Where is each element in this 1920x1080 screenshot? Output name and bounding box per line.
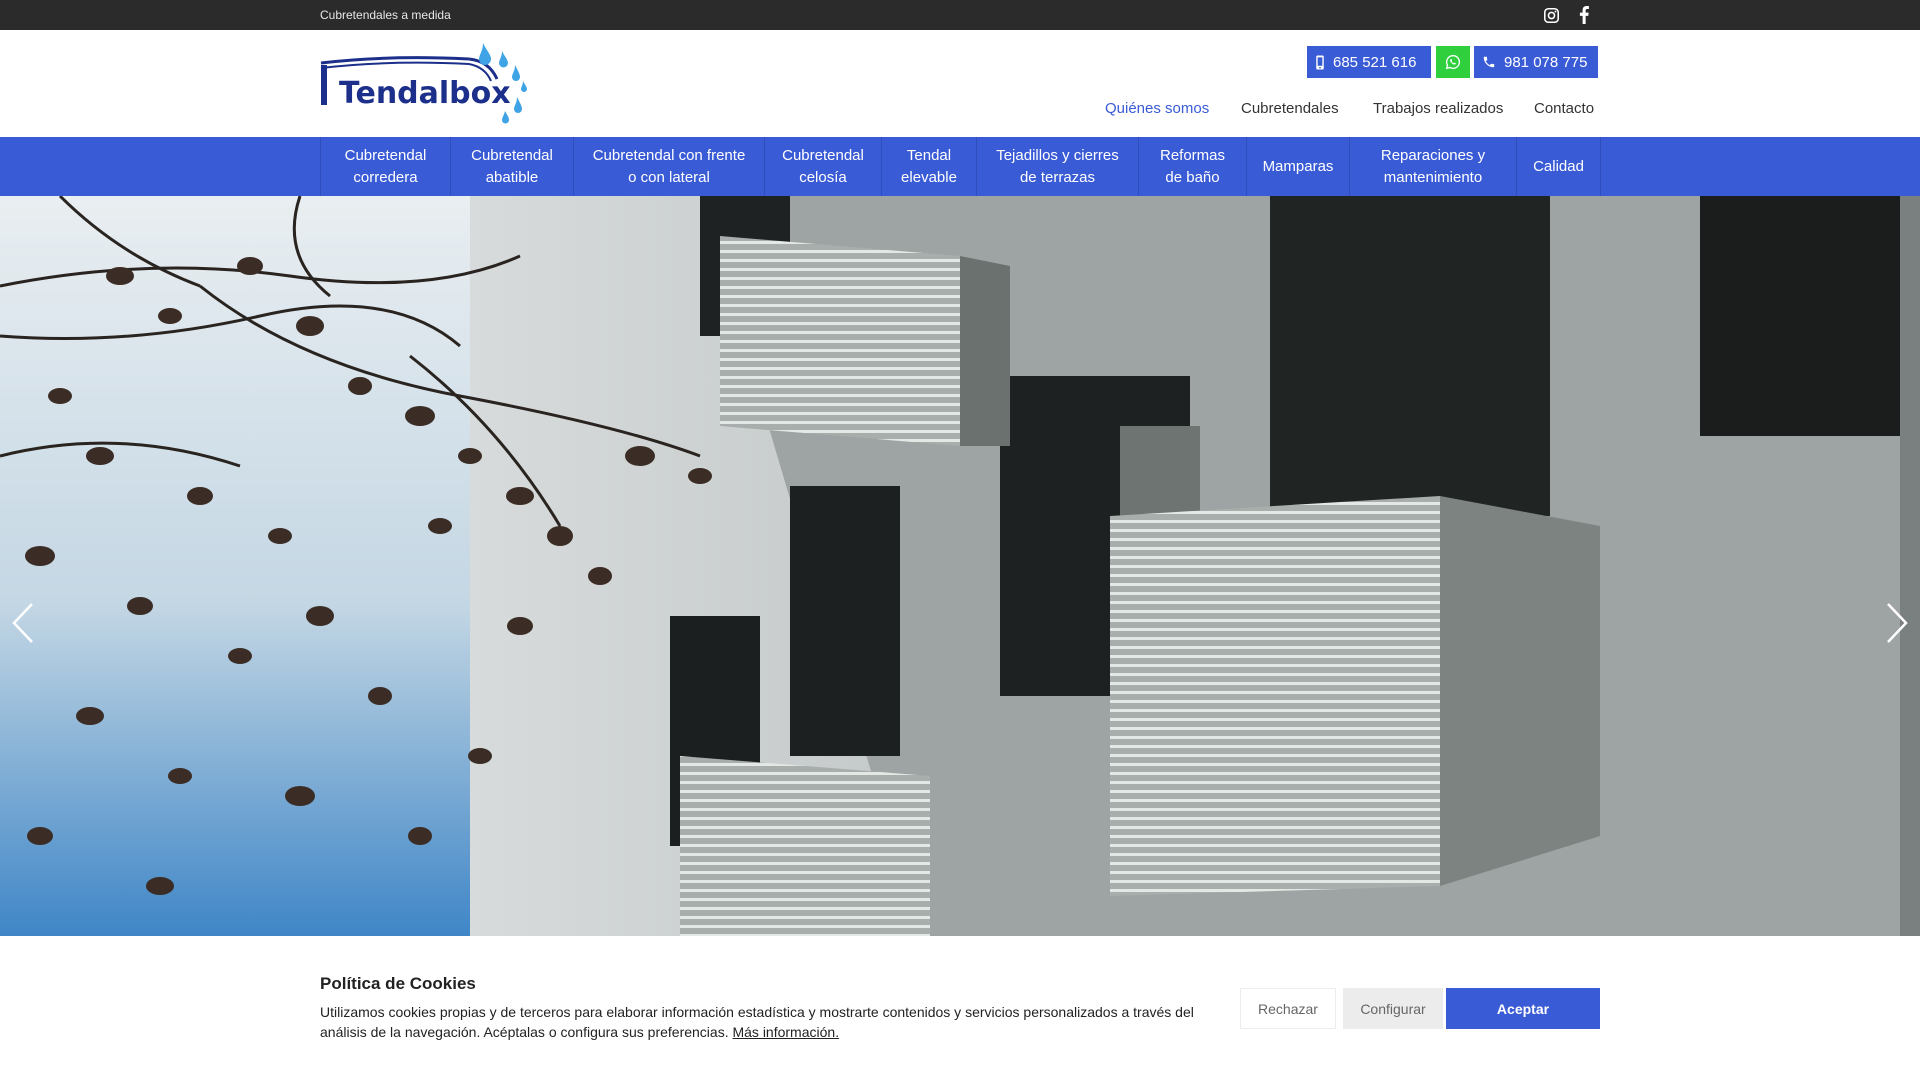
reject-button[interactable]: Rechazar (1240, 988, 1336, 1029)
cookie-banner: Política de Cookies Utilizamos cookies p… (0, 936, 1920, 1080)
header: Tendalbox 685 521 616 981 078 775 Quiéne… (0, 30, 1920, 137)
slider-prev-arrow-icon[interactable] (8, 600, 38, 646)
topnav-cubretendales[interactable]: Cubretendales (1241, 100, 1339, 117)
tendalbox-logo[interactable]: Tendalbox (319, 41, 531, 125)
hero-image-building (0, 196, 1920, 936)
nav-mamparas[interactable]: Mamparas (1247, 137, 1350, 196)
phone-icon (1483, 56, 1495, 68)
tagline: Cubretendales a medida (320, 8, 451, 22)
nav-cubretendal-frente-lateral[interactable]: Cubretendal con frente o con lateral (574, 137, 765, 196)
accept-button[interactable]: Aceptar (1446, 988, 1600, 1029)
mobile-phone-button[interactable]: 685 521 616 (1307, 46, 1431, 78)
mobile-phone-number: 685 521 616 (1333, 53, 1417, 71)
topnav-contacto[interactable]: Contacto (1534, 100, 1594, 117)
nav-cubretendal-abatible[interactable]: Cubretendal abatible (451, 137, 574, 196)
facebook-icon[interactable] (1574, 5, 1594, 25)
nav-reformas-bano[interactable]: Reformas de baño (1139, 137, 1247, 196)
nav-reparaciones-mantenimiento[interactable]: Reparaciones y mantenimiento (1350, 137, 1517, 196)
nav-tendal-elevable[interactable]: Tendal elevable (882, 137, 977, 196)
mobile-phone-icon (1316, 54, 1324, 70)
more-info-link[interactable]: Más información. (732, 1024, 839, 1040)
slider-next-arrow-icon[interactable] (1882, 600, 1912, 646)
nav-calidad[interactable]: Calidad (1517, 137, 1601, 196)
nav-tejadillos-cierres[interactable]: Tejadillos y cierres de terrazas (977, 137, 1139, 196)
cookie-text: Utilizamos cookies propias y de terceros… (320, 1004, 1194, 1040)
whatsapp-button[interactable] (1436, 46, 1470, 78)
landline-phone-button[interactable]: 981 078 775 (1474, 46, 1598, 78)
topnav-trabajos-realizados[interactable]: Trabajos realizados (1373, 100, 1503, 117)
nav-cubretendal-corredera[interactable]: Cubretendal corredera (321, 137, 451, 196)
top-bar: Cubretendales a medida (0, 0, 1920, 30)
main-navigation: Cubretendal corredera Cubretendal abatible… (0, 137, 1920, 196)
topnav-quienes-somos[interactable]: Quiénes somos (1105, 100, 1209, 117)
whatsapp-icon (1445, 54, 1461, 70)
logo-text: Tendalbox (339, 76, 511, 111)
cookie-title: Política de Cookies (320, 974, 476, 993)
landline-phone-number: 981 078 775 (1504, 53, 1588, 71)
nav-cubretendal-celosia[interactable]: Cubretendal celosía (765, 137, 882, 196)
hero-slider (0, 196, 1920, 936)
instagram-icon[interactable] (1541, 5, 1561, 25)
configure-button[interactable]: Configurar (1343, 988, 1443, 1029)
